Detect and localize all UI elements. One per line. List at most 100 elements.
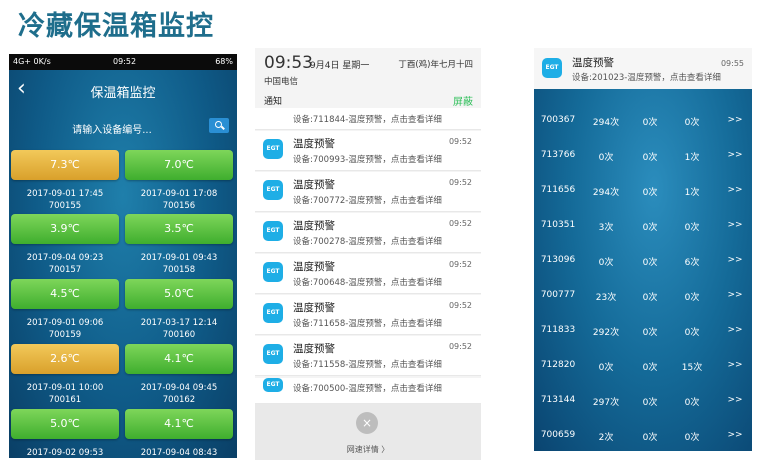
notification-item[interactable]: EGT 温度预警 09:52 设备:711558-温度预警，点击查看详细 xyxy=(255,336,481,376)
device-tile[interactable]: 5.0℃ xyxy=(125,279,233,309)
device-id-cell: 712820 xyxy=(540,360,576,370)
status-time: 09:52 xyxy=(113,57,137,66)
count-cell: 0次 xyxy=(642,293,658,303)
detail-link[interactable]: >> xyxy=(722,325,748,335)
notification-item[interactable]: EGT 温度预警 09:52 设备:711658-温度预警，点击查看详细 xyxy=(255,295,481,335)
device-id: 700157 xyxy=(48,265,82,275)
notification-title: 温度预警 xyxy=(293,302,335,314)
table-row[interactable]: 711833 292次 0次 0次 >> xyxy=(534,313,752,348)
device-tile[interactable]: 2.6℃ xyxy=(11,344,119,374)
table-row[interactable]: 710351 3次 0次 0次 >> xyxy=(534,208,752,243)
notification-title: 温度预警 xyxy=(293,138,335,150)
device-tile[interactable]: 7.0℃ xyxy=(125,150,233,180)
detail-link[interactable]: >> xyxy=(722,255,748,265)
notification-body: 设备:711558-温度预警，点击查看详细 xyxy=(293,360,442,370)
count-cell: 0次 xyxy=(642,223,658,233)
notification-item[interactable]: EGT 温度预警 09:52 设备:700772-温度预警，点击查看详细 xyxy=(255,172,481,212)
device-info: 2017-09-04 09:23 700157 xyxy=(11,252,119,276)
search-bar[interactable]: 请输入设备编号... xyxy=(9,115,237,139)
carrier: 中国电信 xyxy=(264,77,299,87)
app-icon: EGT xyxy=(263,378,283,392)
count-cell: 0次 xyxy=(642,433,658,443)
notification-time: 09:52 xyxy=(448,342,472,351)
device-tile[interactable]: 4.1℃ xyxy=(125,409,233,439)
detail-link[interactable]: >> xyxy=(722,220,748,230)
notification-time: 09:52 xyxy=(448,137,472,146)
app-icon: EGT xyxy=(263,262,283,282)
notification-title: 温度预警 xyxy=(293,343,335,355)
device-time: 2017-09-04 09:45 xyxy=(140,383,218,393)
count-cell: 0次 xyxy=(598,363,614,373)
notification-title: 温度预警 xyxy=(572,57,614,69)
app-icon: EGT xyxy=(263,139,283,159)
count-cell: 0次 xyxy=(684,223,700,233)
device-time: 2017-09-04 08:43 xyxy=(140,448,218,458)
device-time: 2017-09-04 09:23 xyxy=(26,253,104,263)
notification-item[interactable]: EGT 温度预警 09:52 设备:700993-温度预警，点击查看详细 xyxy=(255,131,481,171)
signal-status: 4G+ 0K/s xyxy=(13,57,51,66)
count-cell: 0次 xyxy=(598,258,614,268)
date: 9月4日 星期一 xyxy=(310,61,370,71)
search-input[interactable]: 请输入设备编号... xyxy=(9,121,215,136)
search-button[interactable] xyxy=(209,118,229,133)
detail-link[interactable]: >> xyxy=(722,185,748,195)
table-row[interactable]: 700659 2次 0次 0次 >> xyxy=(534,418,752,451)
detail-link[interactable]: >> xyxy=(722,115,748,125)
shield-button[interactable]: 屏蔽 xyxy=(453,93,473,108)
notification-banner[interactable]: EGT 温度预警 09:55 设备:201023-温度预警，点击查看详细 xyxy=(534,48,752,89)
device-tile[interactable]: 5.0℃ xyxy=(11,409,119,439)
detail-link[interactable]: >> xyxy=(722,290,748,300)
table-row[interactable]: 712820 0次 0次 15次 >> xyxy=(534,348,752,383)
table-row[interactable]: 713766 0次 0次 1次 >> xyxy=(534,138,752,173)
table-row[interactable]: 700367 294次 0次 0次 >> xyxy=(534,103,752,138)
notification-item[interactable]: EGT 设备:700500-温度预警，点击查看详细 xyxy=(255,378,481,404)
device-info: 2017-09-01 17:08 700156 xyxy=(125,188,233,212)
notification-item[interactable]: EGT 温度预警 09:52 设备:700278-温度预警，点击查看详细 xyxy=(255,213,481,253)
notification-time: 09:55 xyxy=(720,59,744,68)
device-id: 700156 xyxy=(162,201,196,211)
notification-title: 温度预警 xyxy=(293,220,335,232)
notification-body: 设备:700993-温度预警，点击查看详细 xyxy=(293,155,442,165)
close-icon[interactable]: × xyxy=(356,412,378,434)
notification-title: 温度预警 xyxy=(293,179,335,191)
notification-time: 09:52 xyxy=(448,301,472,310)
table-row[interactable]: 713096 0次 0次 6次 >> xyxy=(534,243,752,278)
device-info: 2017-09-01 10:00 700161 xyxy=(11,382,119,406)
count-cell: 0次 xyxy=(642,118,658,128)
notice-label: 通知 xyxy=(264,97,283,107)
lunar-date: 丁酉(鸡)年七月十四 xyxy=(398,60,473,70)
detail-link[interactable]: >> xyxy=(722,395,748,405)
notification-body: 设备:711658-温度预警，点击查看详细 xyxy=(293,319,442,329)
table-row[interactable]: 700777 23次 0次 0次 >> xyxy=(534,278,752,313)
more-link[interactable]: 网速详情 〉 xyxy=(255,444,481,455)
count-cell: 23次 xyxy=(595,293,617,303)
detail-link[interactable]: >> xyxy=(722,150,748,160)
count-cell: 0次 xyxy=(684,398,700,408)
device-id: 700161 xyxy=(48,395,82,405)
table-row[interactable]: 711656 294次 0次 1次 >> xyxy=(534,173,752,208)
device-time: 2017-09-01 17:45 xyxy=(26,189,104,199)
count-cell: 0次 xyxy=(684,328,700,338)
notification-item[interactable]: EGT 温度预警 09:52 设备:700648-温度预警，点击查看详细 xyxy=(255,254,481,294)
clock: 09:53 xyxy=(264,53,313,73)
device-id: 700160 xyxy=(162,330,196,340)
count-cell: 1次 xyxy=(684,188,700,198)
device-tile[interactable]: 4.1℃ xyxy=(125,344,233,374)
device-id: 700159 xyxy=(48,330,82,340)
count-cell: 294次 xyxy=(592,118,620,128)
count-cell: 0次 xyxy=(642,363,658,373)
device-tile[interactable]: 4.5℃ xyxy=(11,279,119,309)
count-cell: 0次 xyxy=(642,258,658,268)
detail-link[interactable]: >> xyxy=(722,360,748,370)
monitor-screen: 4G+ 0K/s 09:52 68% ‹ 保温箱监控 请输入设备编号... 7.… xyxy=(9,54,237,458)
device-id-cell: 713096 xyxy=(540,255,576,265)
count-cell: 15次 xyxy=(681,363,703,373)
table-row[interactable]: 713144 297次 0次 0次 >> xyxy=(534,383,752,418)
notification-time: 09:52 xyxy=(448,260,472,269)
notification-item[interactable]: 设备:711844-温度预警，点击查看详细 xyxy=(255,108,481,130)
device-tile[interactable]: 7.3℃ xyxy=(11,150,119,180)
device-tile[interactable]: 3.9℃ xyxy=(11,214,119,244)
count-cell: 292次 xyxy=(592,328,620,338)
device-tile[interactable]: 3.5℃ xyxy=(125,214,233,244)
detail-link[interactable]: >> xyxy=(722,430,748,440)
